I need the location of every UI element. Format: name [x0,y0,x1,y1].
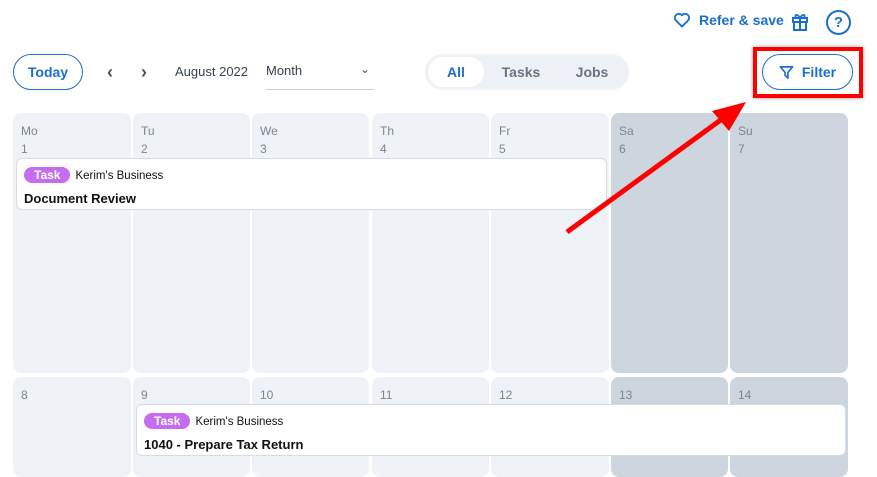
today-button[interactable]: Today [13,54,83,90]
day-cell[interactable]: Th 4 [372,113,489,373]
task-badge: Task [144,413,191,429]
day-number: 3 [260,142,267,156]
weekday-label: Fr [499,124,511,138]
day-cell[interactable]: Mo 1 [13,113,131,373]
view-select[interactable]: Month ⌄ [266,56,374,90]
day-cell[interactable]: Tu 2 [133,113,250,373]
calendar-event[interactable]: Task Kerim's Business 1040 - Prepare Tax … [136,404,846,456]
filter-button[interactable]: Filter [762,54,853,90]
event-title: Document Review [24,191,136,206]
weekday-label: We [260,124,278,138]
day-number: 2 [141,142,148,156]
event-business: Kerim's Business [195,416,284,428]
day-cell[interactable]: We 3 [252,113,369,373]
task-badge: Task [24,167,71,183]
gift-icon[interactable] [791,12,809,32]
view-value: Month [266,63,303,78]
day-cell[interactable]: Fr 5 [491,113,609,373]
current-month-label: August 2022 [175,64,249,79]
event-business: Kerim's Business [75,170,164,182]
refer-and-save-link[interactable]: Refer & save [673,12,784,28]
weekday-label: Sa [619,124,634,138]
day-number: 4 [380,142,387,156]
tab-tasks[interactable]: Tasks [484,57,558,87]
day-number: 10 [260,388,274,402]
day-cell[interactable]: 8 [13,377,131,477]
refer-label: Refer & save [699,12,784,28]
weekday-label: Su [738,124,753,138]
tab-all[interactable]: All [428,57,484,87]
day-cell[interactable]: Sa 6 [611,113,728,373]
day-number: 5 [499,142,506,156]
type-segmented-control: All Tasks Jobs [425,54,629,90]
chevron-down-icon: ⌄ [359,62,370,76]
tab-jobs[interactable]: Jobs [558,57,626,87]
day-number: 8 [21,388,28,402]
help-glyph: ? [833,14,844,31]
filter-label: Filter [801,64,837,80]
day-number: 9 [141,388,148,402]
weekday-label: Mo [21,124,38,138]
day-number: 7 [738,142,745,156]
day-number: 11 [380,388,393,402]
heart-icon [674,12,690,28]
help-icon[interactable]: ? [826,10,851,35]
weekday-label: Th [380,124,395,138]
next-month-button[interactable]: › [141,62,147,83]
filter-icon [779,65,794,79]
event-title: 1040 - Prepare Tax Return [144,437,304,452]
day-number: 12 [499,388,513,402]
day-number: 14 [738,388,752,402]
day-number: 6 [619,142,626,156]
calendar-event[interactable]: Task Kerim's Business Document Review [16,158,607,210]
day-number: 13 [619,388,633,402]
weekday-label: Tu [141,124,155,138]
day-cell[interactable]: Su 7 [730,113,848,373]
day-number: 1 [21,142,28,156]
prev-month-button[interactable]: ‹ [107,62,113,83]
